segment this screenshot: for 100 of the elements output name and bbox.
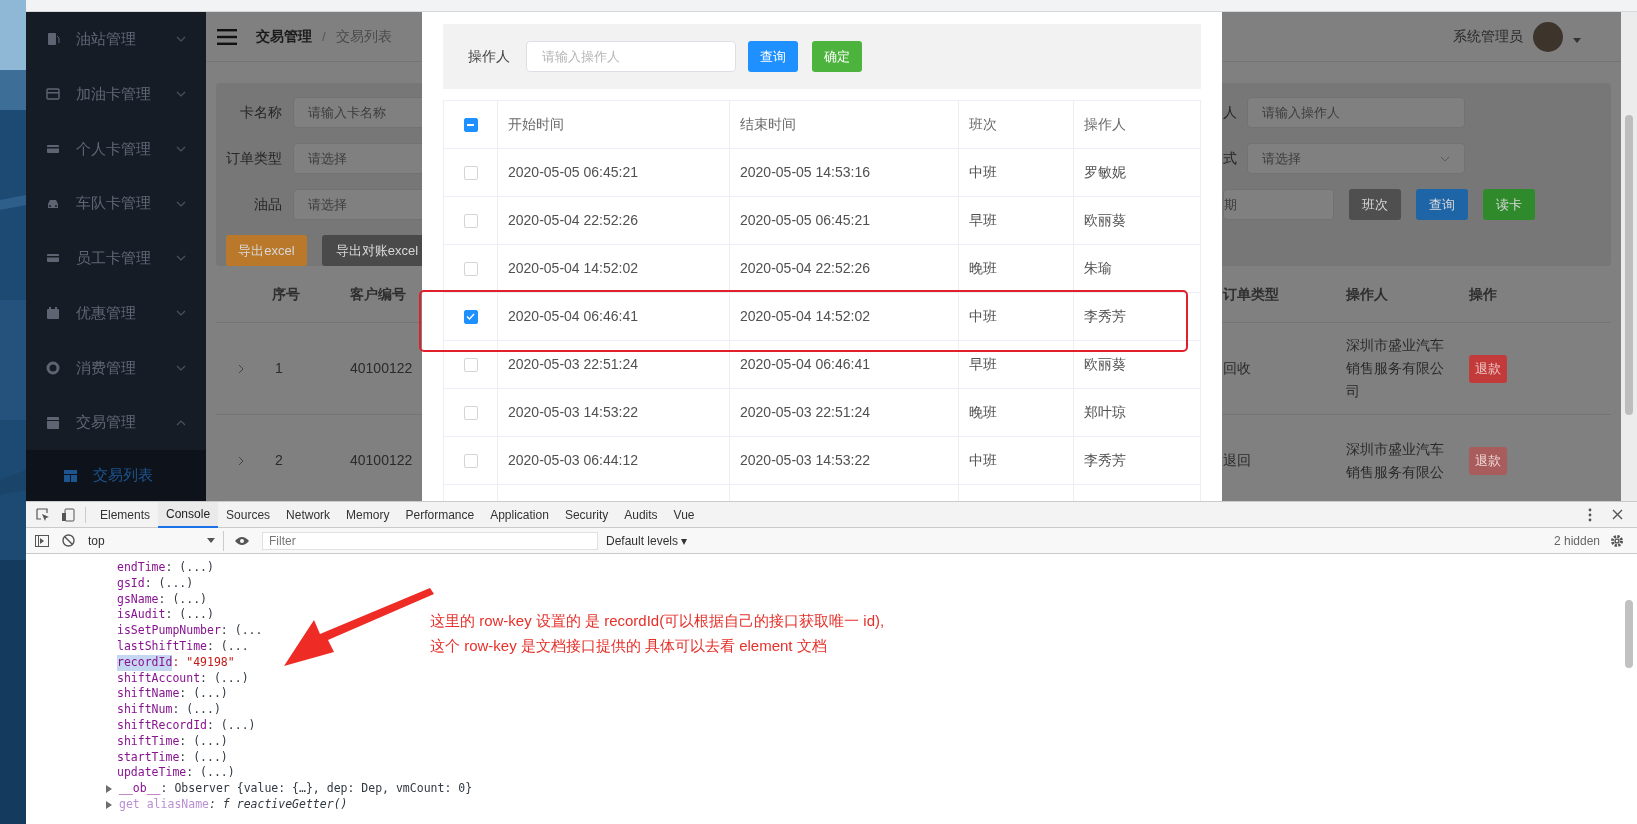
eye-icon[interactable]	[234, 535, 250, 546]
checkbox[interactable]	[463, 309, 478, 324]
property-value: : (...)	[158, 591, 207, 608]
devtools-tab[interactable]: Audits	[616, 501, 666, 528]
sidebar-item[interactable]: 车队卡管理	[26, 176, 206, 232]
settings-icon[interactable]	[1610, 533, 1624, 548]
property-value: : (...	[220, 623, 263, 639]
avatar[interactable]	[1533, 21, 1563, 52]
devtools-tab[interactable]: Vue	[665, 501, 703, 528]
context-select[interactable]: top	[88, 530, 224, 551]
more-icon[interactable]	[1588, 507, 1592, 522]
table-cell-text: 罗敏妮	[1084, 163, 1126, 182]
action-button[interactable]: 查询	[1416, 189, 1468, 220]
annotation-text: 这个 row-key 是文档接口提供的 具体可以去看 element 文档	[430, 636, 828, 656]
table-row[interactable]: 2020-05-05 06:45:21 2020-05-05 14:53:16 中班 罗敏妮	[444, 149, 1201, 197]
column-header: 班次	[969, 115, 997, 134]
property-value: : (...)	[186, 765, 235, 782]
sidebar-item[interactable]: 员工卡管理	[26, 231, 206, 286]
property-key: gsId	[117, 575, 145, 592]
table-row[interactable]: 2020-05-04 06:46:41 2020-05-04 14:52:02 中班 李秀芳	[444, 293, 1201, 341]
dialog-button[interactable]: 查询	[748, 41, 798, 72]
caret-icon[interactable]	[1573, 38, 1581, 43]
action-button[interactable]: 读卡	[1483, 189, 1535, 220]
column-header: 操作人	[1084, 115, 1126, 134]
breadcrumb-link[interactable]: 交易管理	[256, 26, 312, 47]
table-row[interactable]: 2020-05-04 14:52:02 2020-05-04 22:52:26 晚班 朱瑜	[444, 245, 1201, 293]
chevron-icon	[176, 91, 186, 98]
property-value: : (...)	[200, 670, 249, 687]
table-cell-text: 早班	[969, 355, 997, 374]
table-cell-text: 2020-05-04 14:52:02	[508, 259, 638, 278]
column-header: 订单类型	[1223, 284, 1280, 304]
property-value: : (...)	[207, 717, 256, 734]
ring-icon	[46, 360, 60, 375]
menu-icon[interactable]	[217, 28, 237, 45]
select-field[interactable]: 请选择	[1247, 143, 1465, 174]
table-cell-text: 朱瑜	[1084, 259, 1112, 278]
submenu-item[interactable]: 交易列表	[26, 450, 206, 501]
sidebar-item[interactable]: 油站管理	[26, 12, 206, 67]
table-row[interactable]: 2020-05-04 22:52:26 2020-05-05 06:45:21 早班 欧丽葵	[444, 197, 1201, 245]
dialog-button[interactable]: 确定	[812, 41, 862, 72]
column-header: 客户编号	[350, 284, 407, 304]
table-row[interactable]: 2020-05-03 22:51:24 2020-05-04 06:46:41 早班 欧丽葵	[444, 341, 1201, 389]
date-field[interactable]: 期	[1223, 189, 1334, 220]
devtools-tab[interactable]: Network	[278, 501, 339, 528]
refund-button[interactable]: 退款	[1469, 354, 1507, 383]
user-name[interactable]: 系统管理员	[1453, 26, 1523, 47]
action-button[interactable]: 班次	[1349, 189, 1401, 220]
property-value: : (...)	[179, 686, 228, 703]
table-row[interactable]: 2020-05-03 14:53:22 2020-05-03 22:51:24 晚班 郑叶琼	[444, 389, 1201, 437]
property-key: shiftNum	[117, 702, 173, 718]
table-cell-text: 回收	[1223, 359, 1252, 378]
chevron-icon	[176, 255, 186, 262]
devtools-tab[interactable]: Application	[482, 501, 557, 528]
sidebar-toggle-icon[interactable]	[35, 534, 49, 547]
device-icon[interactable]	[61, 507, 75, 522]
devtools-tab[interactable]: Memory	[338, 501, 398, 528]
devtools-tab[interactable]: Console	[158, 501, 219, 528]
sidebar-item[interactable]: 个人卡管理	[26, 121, 206, 177]
annotation-text: 这里的 row-key 设置的 是 recordId(可以根据自己的接口获取唯一 id),	[430, 611, 885, 631]
inspect-icon[interactable]	[36, 507, 50, 522]
scrollbar-thumb[interactable]	[1625, 600, 1633, 668]
input-field[interactable]: 请输入操作人	[1247, 97, 1465, 128]
sidebar-item[interactable]: 优惠管理	[26, 285, 206, 341]
close-icon[interactable]	[1612, 509, 1623, 520]
property-value: : (...)	[165, 607, 214, 624]
checkbox[interactable]	[463, 117, 478, 132]
table-cell-text: 中班	[969, 451, 997, 470]
devtools-tab[interactable]: Elements	[92, 501, 159, 528]
sidebar-item[interactable]: 加油卡管理	[26, 66, 206, 122]
table-cell-text: 2020-05-03 22:51:24	[508, 355, 638, 374]
levels-dropdown[interactable]: Default levels ▾	[606, 531, 688, 550]
table-cell-text: 2	[274, 451, 284, 470]
devtools-tab[interactable]: Security	[556, 501, 617, 528]
action-button[interactable]: 导出excel	[226, 235, 307, 266]
fuel-pump-icon	[46, 32, 60, 47]
property-value: : (...)	[179, 733, 228, 750]
table-cell-text: 2020-05-03 06:44:12	[508, 451, 638, 470]
table-cell-text: 中班	[969, 163, 997, 182]
sidebar-item[interactable]: 交易管理	[26, 395, 206, 451]
expand-icon[interactable]	[238, 363, 244, 374]
table-cell-text: 欧丽葵	[1084, 355, 1126, 374]
chevron-icon	[176, 200, 186, 207]
filter-field[interactable]: Filter	[262, 531, 598, 550]
chevron-icon	[176, 419, 186, 426]
table-cell: 40100122	[350, 360, 413, 376]
table-cell-text: 2020-05-03 14:53:22	[740, 451, 870, 470]
property-key: shiftTime	[117, 733, 180, 750]
expand-icon[interactable]	[238, 455, 244, 466]
table-cell-text: 晚班	[969, 259, 997, 278]
property-value: : (...)	[179, 749, 228, 766]
chevron-icon	[176, 36, 186, 43]
filter-label: 油品	[253, 195, 282, 214]
property-key: endTime	[117, 560, 166, 576]
sidebar-item[interactable]: 消费管理	[26, 340, 206, 396]
table-row[interactable]: 2020-05-03 06:44:12 2020-05-03 14:53:22 中班 李秀芳	[444, 437, 1201, 485]
devtools-tab[interactable]: Performance	[397, 501, 483, 528]
table-cell-text: 2020-05-04 06:46:41	[508, 307, 638, 326]
devtools-tab[interactable]: Sources	[218, 501, 279, 528]
clear-icon[interactable]	[62, 534, 75, 547]
scrollbar-thumb[interactable]	[1625, 115, 1633, 415]
